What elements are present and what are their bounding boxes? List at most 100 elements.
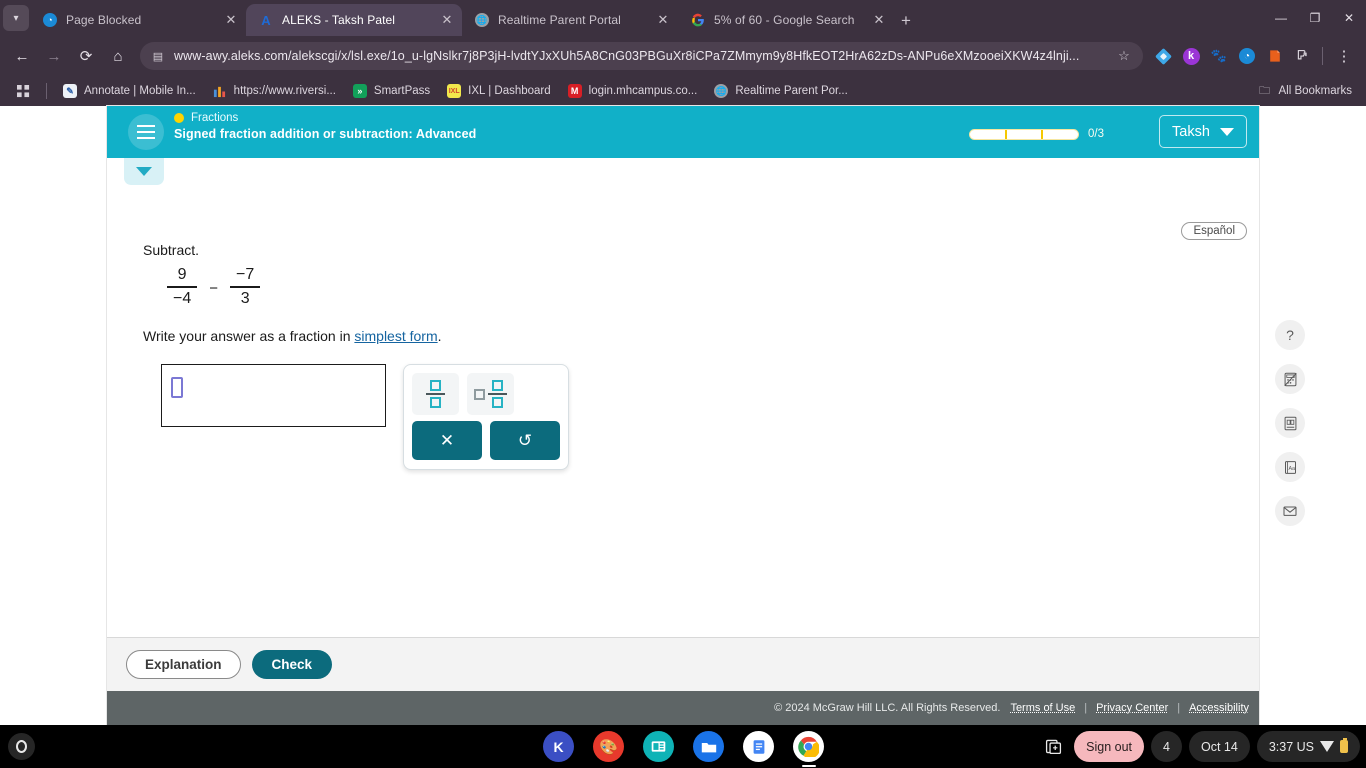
news-app-icon[interactable] [643, 731, 674, 762]
legal-footer: © 2024 McGraw Hill LLC. All Rights Reser… [107, 691, 1259, 725]
action-bar: Explanation Check [107, 637, 1259, 691]
calculator-disabled-icon[interactable] [1275, 364, 1305, 394]
annotate-icon: ✎ [62, 83, 78, 99]
bookmark-annotate[interactable]: ✎ Annotate | Mobile In... [55, 80, 203, 102]
tab-close-icon[interactable]: ✕ [870, 11, 888, 29]
apps-grid-icon[interactable] [8, 80, 38, 102]
app-running-indicator [801, 765, 816, 767]
close-window-button[interactable]: ✕ [1332, 0, 1366, 36]
collapse-header-button[interactable] [124, 158, 164, 185]
answer-instruction: Write your answer as a fraction in simpl… [143, 328, 442, 344]
all-bookmarks-button[interactable]: 🗀 All Bookmarks [1257, 83, 1359, 99]
simplest-form-link[interactable]: simplest form [354, 328, 437, 344]
browser-tab-1[interactable]: A ALEKS - Taksh Patel ✕ [246, 4, 462, 36]
check-button[interactable]: Check [251, 650, 333, 679]
privacy-center-link[interactable]: Privacy Center [1096, 702, 1168, 714]
sign-out-button[interactable]: Sign out [1074, 731, 1144, 762]
status-tray[interactable]: 3:37 US [1256, 731, 1360, 762]
diamond-extension-icon[interactable] [1149, 42, 1177, 70]
chevron-down-icon [1219, 127, 1234, 136]
bookmark-label: Annotate | Mobile In... [84, 85, 196, 97]
forward-button[interactable]: → [38, 40, 70, 72]
puzzle-piece-icon[interactable] [1289, 42, 1317, 70]
reload-button[interactable]: ⟳ [70, 40, 102, 72]
answer-placeholder-slot[interactable] [171, 377, 183, 398]
ixl-icon: IXL [446, 83, 462, 99]
browser-tab-2[interactable]: 🌐 Realtime Parent Portal ✕ [462, 4, 678, 36]
shelf-app-list: K 🎨 [543, 731, 824, 767]
help-icon[interactable]: ? [1275, 320, 1305, 350]
kami-app-icon[interactable]: K [543, 731, 574, 762]
message-icon[interactable] [1275, 496, 1305, 526]
copyright-text: © 2024 McGraw Hill LLC. All Rights Reser… [774, 702, 1001, 714]
bookmark-label: Realtime Parent Por... [735, 85, 848, 97]
address-bar[interactable]: ▤ www-awy.aleks.com/alekscgi/x/lsl.exe/1… [140, 42, 1143, 70]
espanol-toggle[interactable]: Español [1181, 222, 1247, 240]
all-bookmarks-label: All Bookmarks [1278, 85, 1353, 97]
page-info-icon[interactable]: ▤ [150, 48, 166, 64]
tab-title: ALEKS - Taksh Patel [282, 13, 396, 27]
terms-of-use-link[interactable]: Terms of Use [1010, 702, 1075, 714]
user-menu-button[interactable]: Taksh [1159, 115, 1247, 148]
problem-prompt: Subtract. [143, 242, 200, 258]
browser-tab-3[interactable]: 5% of 60 - Google Search ✕ [678, 4, 894, 36]
minimize-button[interactable]: — [1264, 0, 1298, 36]
tab-close-icon[interactable]: ✕ [222, 11, 240, 29]
aleks-icon: A [261, 12, 271, 28]
tab-title: Page Blocked [66, 13, 142, 27]
browser-tab-0[interactable]: ◔ Page Blocked ✕ [30, 4, 246, 36]
globe-icon: 🌐 [474, 12, 490, 28]
bookmark-label: https://www.riversi... [233, 85, 336, 97]
clear-button[interactable]: ✕ [412, 421, 482, 460]
fraction-icon [426, 380, 445, 408]
bookmark-smartpass[interactable]: » SmartPass [345, 80, 437, 102]
mixed-number-template-button[interactable] [467, 373, 514, 415]
problem-content: Español Subtract. 9 −4 − −7 3 Write your… [107, 158, 1305, 671]
tab-close-icon[interactable]: ✕ [654, 11, 672, 29]
reference-book-icon[interactable] [1275, 408, 1305, 438]
art-app-icon[interactable]: 🎨 [593, 731, 624, 762]
tab-close-icon[interactable]: ✕ [438, 11, 456, 29]
docs-app-icon[interactable] [743, 731, 774, 762]
svg-text:Aa: Aa [1288, 466, 1295, 472]
files-app-icon[interactable] [693, 731, 724, 762]
bookmark-ixl[interactable]: IXL IXL | Dashboard [439, 80, 557, 102]
instruction-period: . [437, 328, 442, 344]
denominator: 3 [240, 289, 250, 307]
answer-input[interactable] [161, 364, 386, 427]
bookmark-mhcampus[interactable]: M login.mhcampus.co... [560, 80, 705, 102]
bookmark-realtime-parent[interactable]: 🌐 Realtime Parent Por... [706, 80, 855, 102]
notification-count-badge[interactable]: 4 [1151, 731, 1182, 762]
back-button[interactable]: ← [6, 40, 38, 72]
droplet-extension-icon[interactable]: ◔ [1233, 42, 1261, 70]
maximize-button[interactable]: ❐ [1298, 0, 1332, 36]
bookmark-riverside[interactable]: https://www.riversi... [205, 80, 343, 102]
progress-count: 0/3 [1088, 128, 1104, 140]
accessibility-link[interactable]: Accessibility [1189, 702, 1249, 714]
fraction-template-button[interactable] [412, 373, 459, 415]
fraction-bar [230, 286, 261, 288]
home-button[interactable]: ⌂ [102, 40, 134, 72]
date-tray-item[interactable]: Oct 14 [1189, 731, 1250, 762]
chevron-down-icon [136, 167, 152, 176]
chrome-app-icon[interactable] [793, 731, 824, 767]
glossary-icon[interactable]: Aa [1275, 452, 1305, 482]
hamburger-icon[interactable] [128, 114, 164, 150]
launcher-icon[interactable] [8, 733, 35, 760]
kami-extension-icon[interactable]: k [1177, 42, 1205, 70]
smartpass-icon: » [352, 83, 368, 99]
undo-button[interactable]: ↺ [490, 421, 560, 460]
tab-search-icon[interactable]: ▾ [3, 5, 29, 31]
screen-capture-icon[interactable] [1040, 731, 1067, 762]
chrome-menu-button[interactable]: ⋮ [1328, 40, 1360, 72]
bookmark-label: SmartPass [373, 85, 431, 97]
math-keypad: ✕ ↺ [403, 364, 569, 470]
book-extension-icon[interactable] [1261, 42, 1289, 70]
new-tab-button[interactable]: + [893, 8, 919, 34]
cat-extension-icon[interactable]: 🐾 [1205, 42, 1233, 70]
bookmark-star-icon[interactable]: ☆ [1115, 48, 1133, 64]
system-tray: Sign out 4 Oct 14 3:37 US [1040, 731, 1360, 762]
toolbar-divider [1322, 47, 1323, 65]
progress-bar [969, 128, 1079, 140]
explanation-button[interactable]: Explanation [126, 650, 241, 679]
